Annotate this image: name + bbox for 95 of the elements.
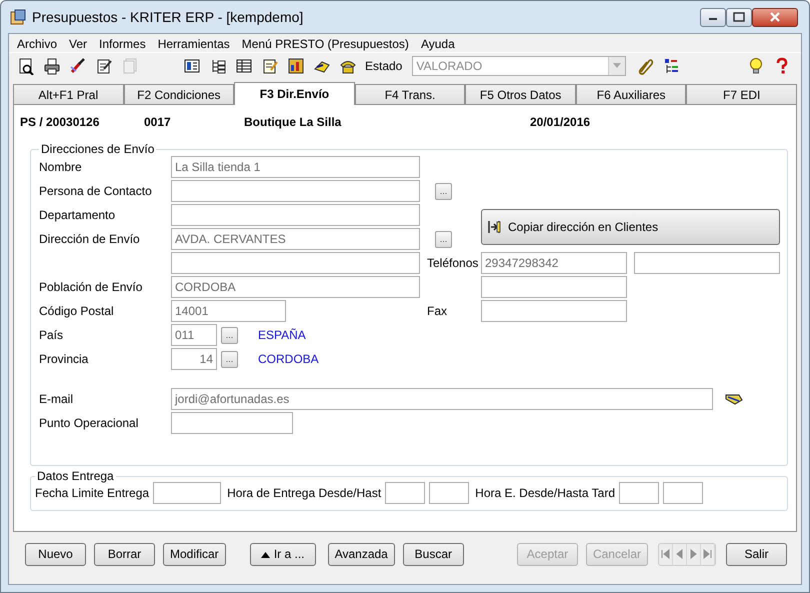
close-button[interactable] [752,8,798,26]
text-field[interactable]: CORDOBA [171,276,420,298]
documents-icon [121,56,139,74]
tab[interactable]: F7 EDI [686,84,797,104]
close-icon [769,12,781,22]
text-field[interactable]: La Silla tienda 1 [171,156,420,178]
document-date: 20/01/2016 [530,114,590,131]
up-arrow-icon [260,552,270,558]
printer-icon [43,56,61,74]
action-button[interactable]: Borrar [94,542,155,566]
tab[interactable]: F4 Trans. [354,84,466,104]
go-to-button[interactable]: Ir a ... [250,542,316,566]
time-field[interactable] [385,482,426,504]
tab[interactable]: Alt+F1 Pral [13,84,124,104]
brush-icon [69,56,87,74]
document-number: PS / 20030126 [20,114,100,131]
tab[interactable]: F5 Otros Datos [465,84,576,104]
email-field[interactable]: jordi@afortunadas.es [171,388,713,410]
text-field[interactable]: AVDA. CERVANTES [171,228,420,250]
lightbulb-icon [747,56,765,74]
text-field[interactable]: 14001 [171,300,286,322]
menu-item[interactable]: Archivo [11,34,64,52]
lookup-button[interactable]: ... [435,182,452,200]
lookup-name: ESPAÑA [258,327,306,344]
field-label: Fecha Limite Entrega [35,485,150,502]
phone-field[interactable] [634,252,780,274]
action-button[interactable]: Nuevo [25,542,86,566]
maximize-icon [733,12,745,22]
fax-field[interactable] [481,300,627,322]
lookup-button[interactable]: ... [435,230,452,248]
time-field[interactable] [429,482,470,504]
menu-item[interactable]: Menú PRESTO (Presupuestos) [236,34,415,52]
menu-item[interactable]: Ayuda [414,34,461,52]
field-label: Punto Operacional [39,415,140,432]
date-field[interactable] [153,482,222,504]
status-label: Estado [365,58,402,74]
field-label: Teléfonos [427,255,480,272]
section-title: Direcciones de Envío [40,143,156,155]
chart-icon [287,56,305,74]
field-label: E-mail [39,391,74,408]
tab[interactable]: F2 Condiciones [124,84,234,104]
text-field[interactable] [171,204,420,226]
menu-item[interactable]: Ver [63,34,94,52]
phone-field[interactable]: 29347298342 [481,252,627,274]
text-field[interactable] [171,252,420,274]
action-button[interactable]: Buscar [402,542,464,566]
lookup-button[interactable]: ... [221,326,238,344]
field-label: Hora E. Desde/Hasta Tard [475,485,616,502]
phone-field[interactable] [481,276,627,298]
list-icon [662,56,680,74]
tab[interactable]: F3 Dir.Envío [234,82,355,105]
field-label: Código Postal [39,303,115,320]
code-field[interactable]: 011 [171,324,217,346]
window-title: Presupuestos - KRITER ERP - [kempdemo] [32,8,304,27]
edit-document-icon [95,56,113,74]
field-label: Provincia [39,351,90,368]
time-field[interactable] [663,482,704,504]
time-field[interactable] [619,482,660,504]
minimize-button[interactable] [700,8,726,26]
lookup-name: CORDOBA [258,351,319,368]
action-button[interactable]: Salir [726,542,787,566]
field-label: Fax [427,303,448,320]
app-icon [10,9,26,25]
lookup-button[interactable]: ... [221,350,238,368]
previous-icon [675,549,684,559]
section-title: Datos Entrega [36,470,115,482]
text-field[interactable] [171,412,293,434]
customer-name: Boutique La Silla [244,114,342,131]
dropdown-arrow-icon [613,63,622,68]
field-label: Población de Envío [39,279,144,296]
panel-icon [183,56,201,74]
preview-icon [17,56,35,74]
action-button[interactable]: Modificar [163,542,226,566]
field-label: Dirección de Envío [39,231,141,248]
field-label: Persona de Contacto [39,183,153,200]
menu-item[interactable]: Herramientas [152,34,236,52]
tab[interactable]: F6 Auxiliares [576,84,686,104]
paperclip-icon [636,56,654,74]
last-icon [703,549,712,559]
customer-code: 0017 [144,114,172,131]
code-field[interactable]: 14 [171,348,217,370]
notepad-icon [261,56,279,74]
text-field[interactable] [171,180,420,202]
action-button[interactable]: Avanzada [328,542,395,566]
copy-address-icon [486,219,502,235]
maximize-button[interactable] [726,8,752,26]
copy-address-button[interactable]: Copiar dirección en Clientes [481,209,780,245]
field-label: Departamento [39,207,116,224]
field-label: Nombre [39,159,83,176]
menu-item[interactable]: Informes [93,34,152,52]
table-icon [235,56,253,74]
first-icon [661,549,670,559]
field-label: Hora de Entrega Desde/Hast [227,485,382,502]
field-label: País [39,327,64,344]
next-icon [689,549,698,559]
